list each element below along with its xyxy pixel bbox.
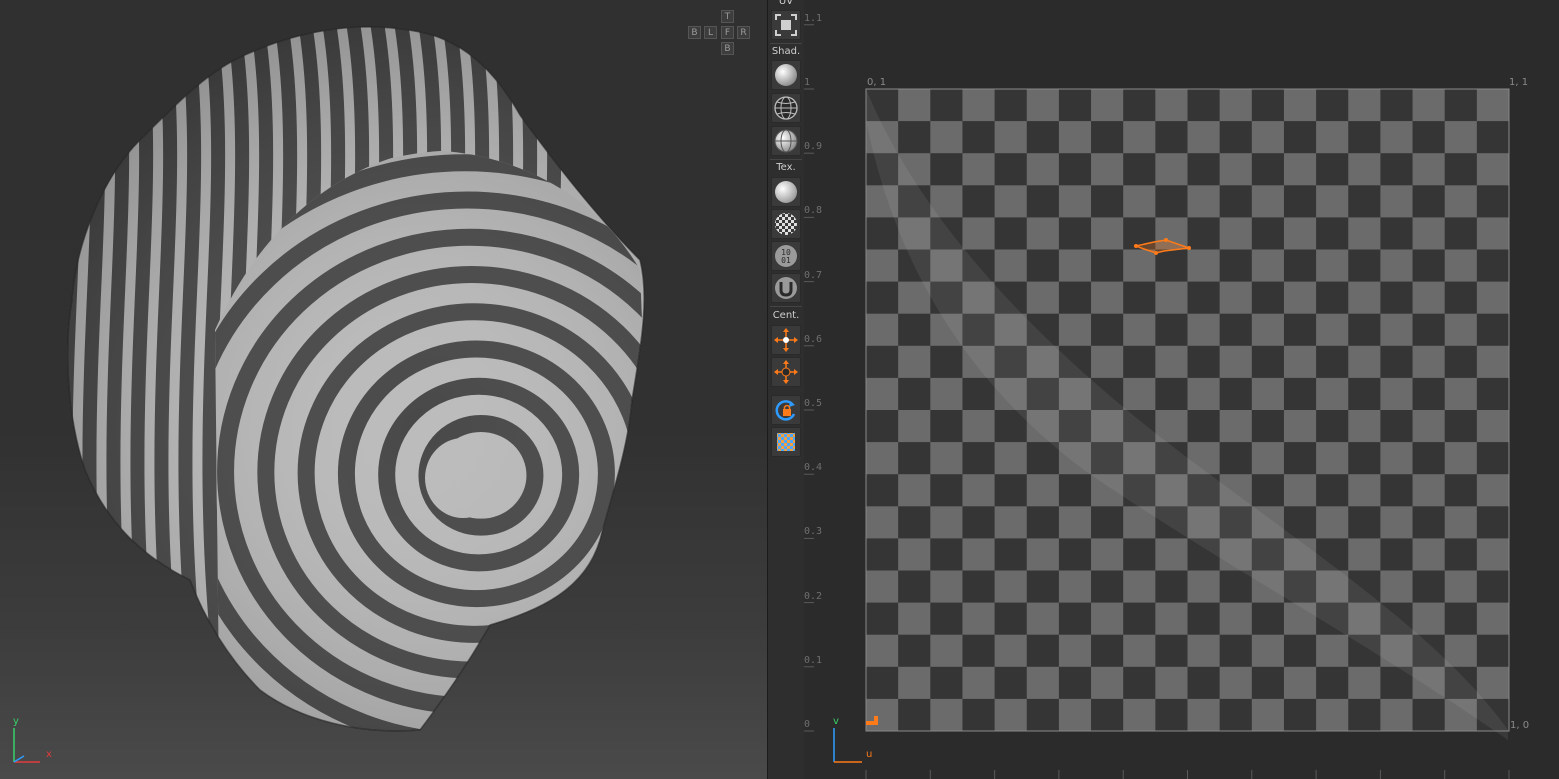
uv-section-label: UV bbox=[778, 0, 794, 7]
navcube-back-face[interactable]: B bbox=[688, 26, 701, 39]
v-tick-label: 0.5 bbox=[804, 398, 823, 409]
navcube-bottom-face[interactable]: B bbox=[721, 42, 734, 55]
navcube-right-face[interactable]: R bbox=[737, 26, 750, 39]
v-tick-label: 0.7 bbox=[804, 269, 823, 281]
lock-rotate-button[interactable] bbox=[771, 395, 801, 425]
uv-toolbar: UV Shad. Tex. 10 01 Cent. bbox=[767, 0, 805, 779]
wireframe-sphere-icon bbox=[774, 96, 798, 120]
center-all-icon bbox=[774, 360, 798, 384]
plain-texture-button[interactable] bbox=[771, 177, 801, 207]
v-tick-label: 0.9 bbox=[804, 141, 823, 153]
axis-gizmo-uv: v u bbox=[828, 716, 872, 772]
uv-canvas[interactable] bbox=[804, 0, 1559, 779]
grid-texture-button[interactable] bbox=[771, 427, 801, 457]
uv-frame-button[interactable] bbox=[771, 10, 801, 40]
checker-texture-icon bbox=[775, 213, 797, 235]
axis-x-label: x bbox=[46, 749, 52, 760]
3d-viewport[interactable]: T B L F R B y x bbox=[0, 0, 767, 779]
shaded-view-button[interactable] bbox=[771, 60, 801, 90]
svg-text:01: 01 bbox=[781, 256, 791, 265]
v-tick-label: 0 bbox=[804, 719, 811, 730]
uv-texture-icon bbox=[775, 277, 797, 299]
navigation-cube[interactable]: T B L F R B bbox=[688, 10, 752, 58]
lock-rotate-icon bbox=[775, 400, 796, 421]
uv-corner-top-right: 1, 1 bbox=[1509, 77, 1529, 88]
checker-texture-button[interactable] bbox=[771, 209, 801, 239]
axis-u-label: u bbox=[866, 749, 873, 760]
wire-shaded-sphere-icon bbox=[774, 129, 798, 153]
center-selection-button[interactable] bbox=[771, 325, 801, 355]
uv-corner-top-left: 0, 1 bbox=[867, 77, 887, 88]
uv-editor-viewport[interactable]: 1.1 1 0.9 0.8 0.7 0.6 0.5 0.4 0.3 0.2 0.1 0 0, 1 1,… bbox=[804, 0, 1559, 779]
numbered-texture-icon: 10 01 bbox=[775, 245, 797, 267]
axis-y-label: y bbox=[13, 716, 19, 727]
grid-texture-icon bbox=[777, 433, 795, 451]
striped-head-model bbox=[67, 26, 645, 732]
v-tick-label: 0.8 bbox=[804, 205, 823, 217]
texture-section-label: Tex. bbox=[776, 162, 796, 173]
center-selection-icon bbox=[774, 328, 798, 352]
wireframe-view-button[interactable] bbox=[771, 93, 801, 123]
wire-shaded-view-button[interactable] bbox=[771, 126, 801, 156]
numbered-texture-button[interactable]: 10 01 bbox=[771, 241, 801, 271]
v-tick-label: 0.3 bbox=[804, 526, 823, 538]
center-section-label: Cent. bbox=[772, 310, 800, 321]
v-tick-label: 1 bbox=[804, 77, 811, 88]
shading-section-label: Shad. bbox=[771, 46, 801, 57]
uv-corner-bottom-right: 1, 0 bbox=[1510, 720, 1530, 731]
v-tick-label: 0.1 bbox=[804, 654, 823, 666]
center-all-button[interactable] bbox=[771, 357, 801, 387]
uv-frame-icon bbox=[775, 14, 797, 36]
v-tick-label: 0.6 bbox=[804, 333, 823, 345]
uv-texture-button[interactable] bbox=[771, 273, 801, 303]
axis-gizmo-3d: y x bbox=[8, 716, 58, 772]
plain-texture-icon bbox=[775, 181, 797, 203]
navcube-left-face[interactable]: L bbox=[704, 26, 717, 39]
v-tick-label: 0.2 bbox=[804, 590, 823, 602]
navcube-top-face[interactable]: T bbox=[721, 10, 734, 23]
shaded-sphere-icon bbox=[775, 64, 797, 86]
u-axis-ticks bbox=[865, 770, 1510, 779]
axis-v-label: v bbox=[833, 716, 839, 727]
navcube-front-face[interactable]: F bbox=[721, 26, 734, 39]
v-tick-label: 0.4 bbox=[804, 462, 823, 474]
v-tick-label: 1.1 bbox=[804, 12, 823, 24]
v-axis-ticks bbox=[804, 24, 814, 732]
